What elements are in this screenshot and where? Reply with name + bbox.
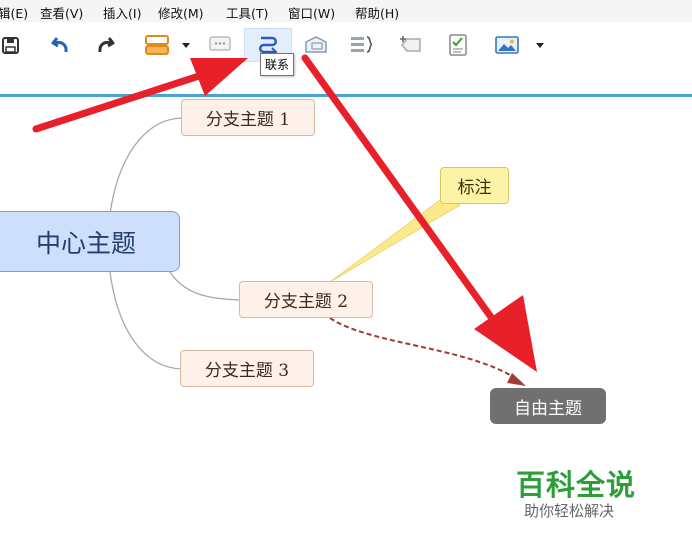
task-button[interactable] <box>444 32 472 58</box>
boundary-icon <box>305 36 327 53</box>
summary-icon <box>351 36 373 53</box>
boundary-button[interactable] <box>300 32 332 58</box>
menu-bar: 辑(E) 查看(V) 插入(I) 修改(M) 工具(T) 窗口(W) 帮助(H) <box>0 0 692 23</box>
topic-dropdown[interactable] <box>178 32 194 58</box>
redo-button[interactable] <box>92 32 118 58</box>
chevron-down-icon <box>182 43 190 48</box>
comment-icon <box>209 36 231 51</box>
callout-topic[interactable]: 标注 <box>440 167 509 204</box>
topic-icon <box>145 35 169 55</box>
label-icon <box>400 36 421 52</box>
branch-topic-2[interactable]: 分支主题 2 <box>239 281 373 318</box>
connector-branch1 <box>109 117 183 215</box>
branch-topic-1[interactable]: 分支主题 1 <box>181 99 315 136</box>
relationship-line <box>329 317 519 381</box>
menu-edit[interactable]: 辑(E) <box>0 3 28 22</box>
undo-icon <box>51 37 68 53</box>
connector-branch3 <box>109 271 183 370</box>
comment-button[interactable] <box>206 32 234 58</box>
relationship-arrowhead <box>507 373 526 386</box>
branch-topic-3[interactable]: 分支主题 3 <box>180 350 314 387</box>
watermark-subtitle: 助你轻松解决 <box>524 502 615 520</box>
menu-view[interactable]: 查看(V) <box>40 3 83 22</box>
image-icon <box>495 36 519 54</box>
menu-window[interactable]: 窗口(W) <box>288 3 335 22</box>
summary-button[interactable] <box>346 32 378 58</box>
label-button[interactable] <box>396 32 426 58</box>
central-topic[interactable]: 中心主题 <box>0 211 180 272</box>
undo-button[interactable] <box>48 32 74 58</box>
watermark-title: 百科全说 <box>516 468 637 502</box>
toolbar <box>0 22 692 94</box>
floating-topic[interactable]: 自由主题 <box>490 388 606 424</box>
save-icon <box>2 37 19 54</box>
menu-modify[interactable]: 修改(M) <box>158 3 204 22</box>
menu-tools[interactable]: 工具(T) <box>226 3 268 22</box>
redo-icon <box>98 37 115 53</box>
menu-help[interactable]: 帮助(H) <box>355 3 399 22</box>
menu-insert[interactable]: 插入(I) <box>103 3 141 22</box>
save-button[interactable] <box>0 32 22 58</box>
chevron-down-icon <box>536 43 544 48</box>
topic-button[interactable] <box>142 32 172 58</box>
relationship-tooltip: 联系 <box>260 53 295 76</box>
checklist-icon <box>449 34 467 56</box>
callout-connector <box>329 196 461 283</box>
image-dropdown[interactable] <box>532 32 548 58</box>
image-button[interactable] <box>492 32 522 58</box>
connector-branch2 <box>169 271 241 301</box>
